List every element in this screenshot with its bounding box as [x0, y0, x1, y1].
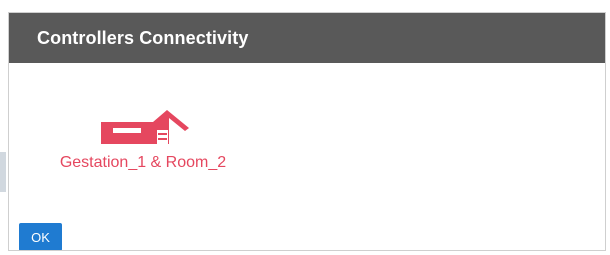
controller-label: Gestation_1 & Room_2 [59, 154, 227, 171]
barn-icon [101, 110, 189, 144]
controller-node[interactable]: Gestation_1 & Room_2 [43, 108, 243, 172]
dialog-content: Gestation_1 & Room_2 OK [9, 63, 605, 250]
dialog-titlebar: Controllers Connectivity [9, 13, 605, 63]
dialog-title: Controllers Connectivity [37, 27, 249, 48]
ok-button[interactable]: OK [19, 223, 62, 250]
background-edge [0, 152, 6, 192]
controllers-connectivity-dialog: Controllers Connectivity Gestation_1 & R… [8, 12, 606, 251]
